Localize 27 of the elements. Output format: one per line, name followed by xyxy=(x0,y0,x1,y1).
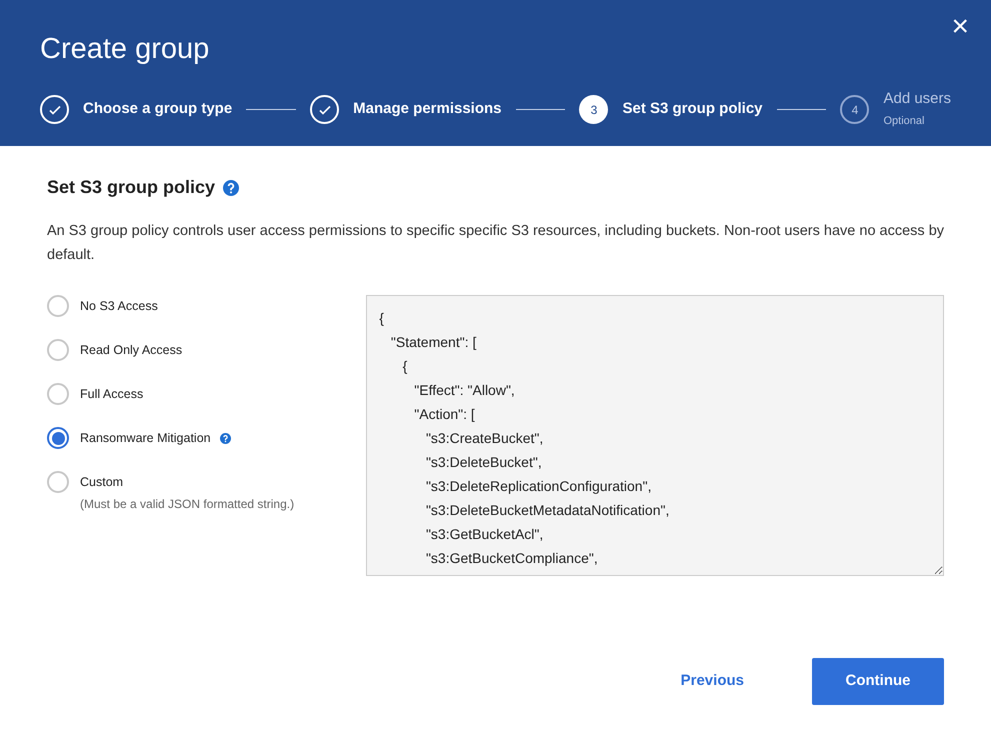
step-label: Choose a group type xyxy=(83,99,232,120)
help-icon[interactable] xyxy=(220,432,231,444)
policy-text-field[interactable]: { "Statement": [ { "Effect": "Allow", "Action": [ "s3:CreateBucket", "s3:DeleteBucket", "s3:DeleteReplicationConfiguration", "s3:DeleteBucketMetadataNotification", "s3:GetBucketAcl", "s3:GetBucketCompliance", xyxy=(366,295,944,576)
dialog-title: Create group xyxy=(40,32,210,67)
help-icon[interactable] xyxy=(223,180,240,196)
step-label: Manage permissions xyxy=(353,99,502,120)
option-label: Full Access xyxy=(80,386,144,403)
step-number: 3 xyxy=(579,95,608,124)
option-label: No S3 Access xyxy=(80,298,158,315)
step-label: Set S3 group policy xyxy=(622,99,763,120)
radio-button[interactable] xyxy=(47,339,69,361)
section-description: An S3 group policy controls user access permissions to specific specific S3 resources, including buckets. Non-root users have no access by default. xyxy=(47,222,944,265)
step-sublabel: Optional xyxy=(883,114,926,129)
continue-button[interactable]: Continue xyxy=(812,658,944,705)
close-button[interactable]: × xyxy=(951,12,969,42)
previous-button[interactable]: Previous xyxy=(652,658,772,705)
step-label: Add users xyxy=(883,88,952,108)
option-label: Custom xyxy=(80,474,124,491)
option-hint: (Must be a valid JSON formatted string.) xyxy=(80,496,294,513)
radio-button[interactable] xyxy=(47,471,69,493)
radio-button[interactable] xyxy=(47,295,69,317)
option-label: Read Only Access xyxy=(80,342,182,359)
radio-button[interactable] xyxy=(47,383,69,405)
radio-button[interactable] xyxy=(47,427,69,449)
option-label: Ransomware Mitigation xyxy=(80,430,211,447)
step-number: 4 xyxy=(840,95,870,124)
section-title: Set S3 group policy xyxy=(47,176,216,199)
